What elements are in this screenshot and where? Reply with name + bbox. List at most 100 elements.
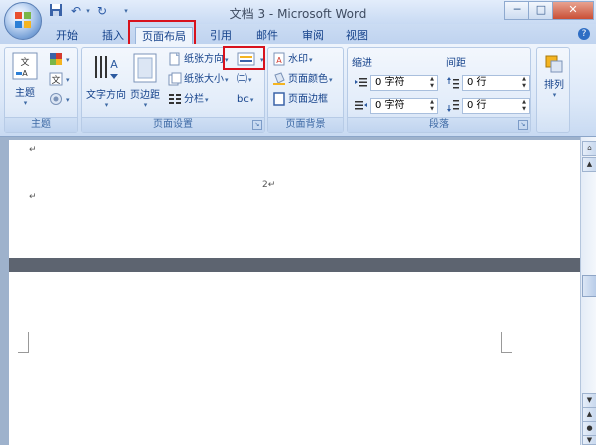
svg-text:文: 文 [20, 56, 29, 68]
page-borders-icon [273, 92, 285, 106]
columns-button[interactable]: 分栏▾ [168, 92, 209, 108]
themes-button-label: 主题 [15, 88, 35, 99]
indent-left-spinner-icon[interactable]: ▲ ▼ [428, 76, 436, 90]
indent-right-spinner-icon[interactable]: ▲ ▼ [428, 99, 436, 113]
line-numbers-button[interactable]: ㈡▾ [237, 72, 252, 88]
theme-effects-button[interactable]: ▾ [49, 92, 70, 108]
margins-dropdown-icon: ▾ [143, 101, 148, 109]
margins-label: 页边距 [130, 90, 160, 101]
help-icon[interactable]: ? [578, 28, 590, 40]
theme-colors-icon [50, 53, 62, 65]
select-browse-object-icon[interactable]: ● [582, 421, 596, 436]
arrange-icon [545, 55, 563, 73]
spacing-before-input[interactable]: 0 行 ▲ ▼ [462, 75, 530, 91]
next-page-icon[interactable]: ▼ [582, 435, 596, 445]
close-button[interactable]: ✕ [552, 1, 594, 20]
margin-corner-mark [18, 332, 29, 353]
page-color-icon [273, 72, 285, 85]
page-setup-group-label: 页面设置 [82, 117, 264, 132]
previous-page-icon[interactable]: ▲ [582, 407, 596, 422]
page-background-group: A 水印▾ 页面颜色▾ 页面边框 页面背景 [267, 47, 344, 133]
arrange-dropdown-icon: ▾ [552, 91, 557, 99]
svg-text:文: 文 [51, 74, 60, 86]
svg-text:A: A [110, 58, 118, 71]
page-gap [9, 258, 580, 272]
indent-heading: 缩进 [352, 58, 372, 69]
svg-text:A: A [276, 56, 282, 65]
line-numbers-icon: ㈡ [237, 74, 247, 85]
paragraph-mark: ↵ [29, 192, 37, 202]
page-color-button[interactable]: 页面颜色▾ [272, 72, 333, 88]
margins-button[interactable]: 页边距 ▾ [128, 52, 162, 109]
ruler-toggle-icon[interactable]: ⌂ [582, 141, 596, 156]
theme-effects-icon [50, 93, 62, 105]
spacing-after-input[interactable]: 0 行 ▲ ▼ [462, 98, 530, 114]
vertical-scrollbar[interactable]: ⌂ ▲ ▼ ▲ ● ▼ [580, 137, 596, 445]
tab-view[interactable]: 视图 [340, 27, 374, 44]
paragraph-group: 缩进 间距 0 字符 ▲ ▼ 0 字符 ▲ ▼ 0 行 ▲ ▼ 0 行 ▲ ▼ 段落 ↘ [347, 47, 531, 133]
scroll-up-icon[interactable]: ▲ [582, 157, 596, 172]
office-logo-icon [15, 12, 31, 28]
columns-icon [169, 94, 181, 104]
maximize-button[interactable]: □ [528, 1, 554, 20]
paragraph-group-label: 段落 [348, 117, 530, 132]
arrange-label: 排列 [544, 80, 564, 91]
watermark-button[interactable]: A 水印▾ [272, 52, 313, 68]
themes-button[interactable]: 文 A 主题 ▾ [9, 52, 41, 107]
breaks-highlight-box [223, 46, 265, 70]
indent-right-input[interactable]: 0 字符 ▲ ▼ [370, 98, 438, 114]
theme-colors-button[interactable]: ▾ [49, 52, 70, 68]
text-direction-button[interactable]: A 文字方向 ▾ [84, 52, 128, 109]
themes-group-label: 主题 [5, 117, 77, 132]
paragraph-launcher-icon[interactable]: ↘ [518, 120, 528, 130]
hyphenation-icon: bc [237, 94, 249, 105]
tab-mailings[interactable]: 邮件 [250, 27, 284, 44]
margin-corner-mark [501, 332, 512, 353]
ribbon: 文 A 主题 ▾ ▾ 文 ▾ ▾ 主题 A 文字方向 ▾ 页边距 ▾ 纸张方向▾… [0, 44, 596, 137]
theme-fonts-button[interactable]: 文 ▾ [49, 72, 70, 88]
page-borders-button[interactable]: 页面边框 [272, 92, 328, 108]
tab-insert[interactable]: 插入 [96, 27, 130, 44]
spacing-before-icon [447, 77, 459, 89]
margins-icon [133, 53, 157, 83]
svg-text:A: A [22, 69, 28, 78]
themes-dropdown-icon: ▾ [23, 99, 28, 107]
minimize-button[interactable]: ─ [504, 1, 530, 20]
orientation-button[interactable]: 纸张方向▾ [168, 52, 229, 68]
office-button[interactable] [4, 2, 42, 40]
spacing-heading: 间距 [446, 58, 466, 69]
page-1[interactable]: ↵ 2↵ ↵ [9, 140, 580, 258]
size-button[interactable]: 纸张大小▾ [168, 72, 229, 88]
ribbon-tab-row: 开始 插入 页面布局 引用 邮件 审阅 视图 [0, 24, 596, 45]
themes-icon: 文 A [12, 52, 38, 80]
tab-references[interactable]: 引用 [204, 27, 238, 44]
arrange-group: 排列 ▾ [536, 47, 570, 133]
arrange-button[interactable]: 排列 ▾ [539, 54, 569, 99]
text-direction-icon: A [95, 56, 118, 79]
spacing-after-spinner-icon[interactable]: ▲ ▼ [520, 99, 528, 113]
tab-review[interactable]: 审阅 [296, 27, 330, 44]
page-number-field: 2↵ [262, 180, 276, 190]
indent-right-icon [355, 101, 367, 110]
hyphenation-button[interactable]: bc▾ [237, 92, 253, 108]
page-setup-launcher-icon[interactable]: ↘ [252, 120, 262, 130]
spacing-after-icon [447, 100, 459, 112]
text-direction-label: 文字方向 [86, 90, 126, 101]
window-controls: ─ □ ✕ [504, 1, 594, 20]
watermark-icon: A [273, 52, 285, 66]
indent-left-icon [355, 78, 367, 87]
theme-fonts-icon: 文 [49, 72, 63, 86]
spacing-before-spinner-icon[interactable]: ▲ ▼ [520, 76, 528, 90]
page-background-group-label: 页面背景 [268, 117, 343, 132]
tab-highlight-box [128, 20, 196, 46]
page-2[interactable] [9, 272, 580, 445]
scroll-down-icon[interactable]: ▼ [582, 393, 596, 408]
size-icon [168, 72, 182, 86]
text-direction-dropdown-icon: ▾ [104, 101, 109, 109]
indent-left-input[interactable]: 0 字符 ▲ ▼ [370, 75, 438, 91]
tab-home[interactable]: 开始 [50, 27, 84, 44]
paragraph-mark: ↵ [29, 145, 37, 155]
scroll-thumb[interactable] [582, 275, 596, 297]
orientation-icon [169, 52, 180, 66]
themes-group: 文 A 主题 ▾ ▾ 文 ▾ ▾ 主题 [4, 47, 78, 133]
